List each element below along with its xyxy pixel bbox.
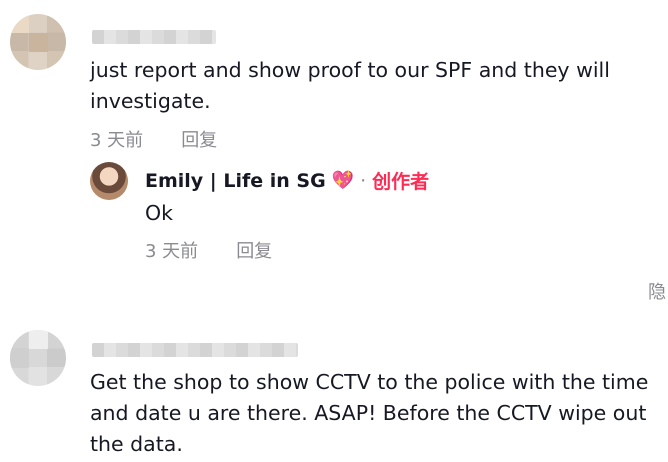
reply-button[interactable]: 回复 [181,126,217,152]
reply-text: Ok [145,201,174,225]
creator-badge: 创作者 [372,171,430,193]
reply-author-name[interactable]: Emily | Life in SG [145,170,326,192]
comment-time: 3 天前 [90,130,144,151]
hide-replies-link[interactable]: 隐 [648,278,666,304]
heart-icon: 💖 [331,170,355,191]
separator-dot: · [360,169,367,192]
comment-text: Get the shop to show CCTV to the police … [90,370,649,456]
commenter-avatar[interactable] [10,14,66,70]
comment-meta: 3 天前 回复 [90,126,217,152]
reply-author-row: Emily | Life in SG 💖 · 创作者 [145,167,429,194]
reply-meta: 3 天前 回复 [145,237,272,263]
commenter-avatar[interactable] [10,330,66,386]
comment-text: just report and show proof to our SPF an… [90,58,610,113]
reply-reply-button[interactable]: 回复 [236,237,272,263]
commenter-name-redacted[interactable] [92,30,216,44]
reply-time: 3 天前 [145,241,199,262]
reply-author-avatar[interactable] [90,162,128,200]
commenter-name-redacted[interactable] [92,343,298,357]
